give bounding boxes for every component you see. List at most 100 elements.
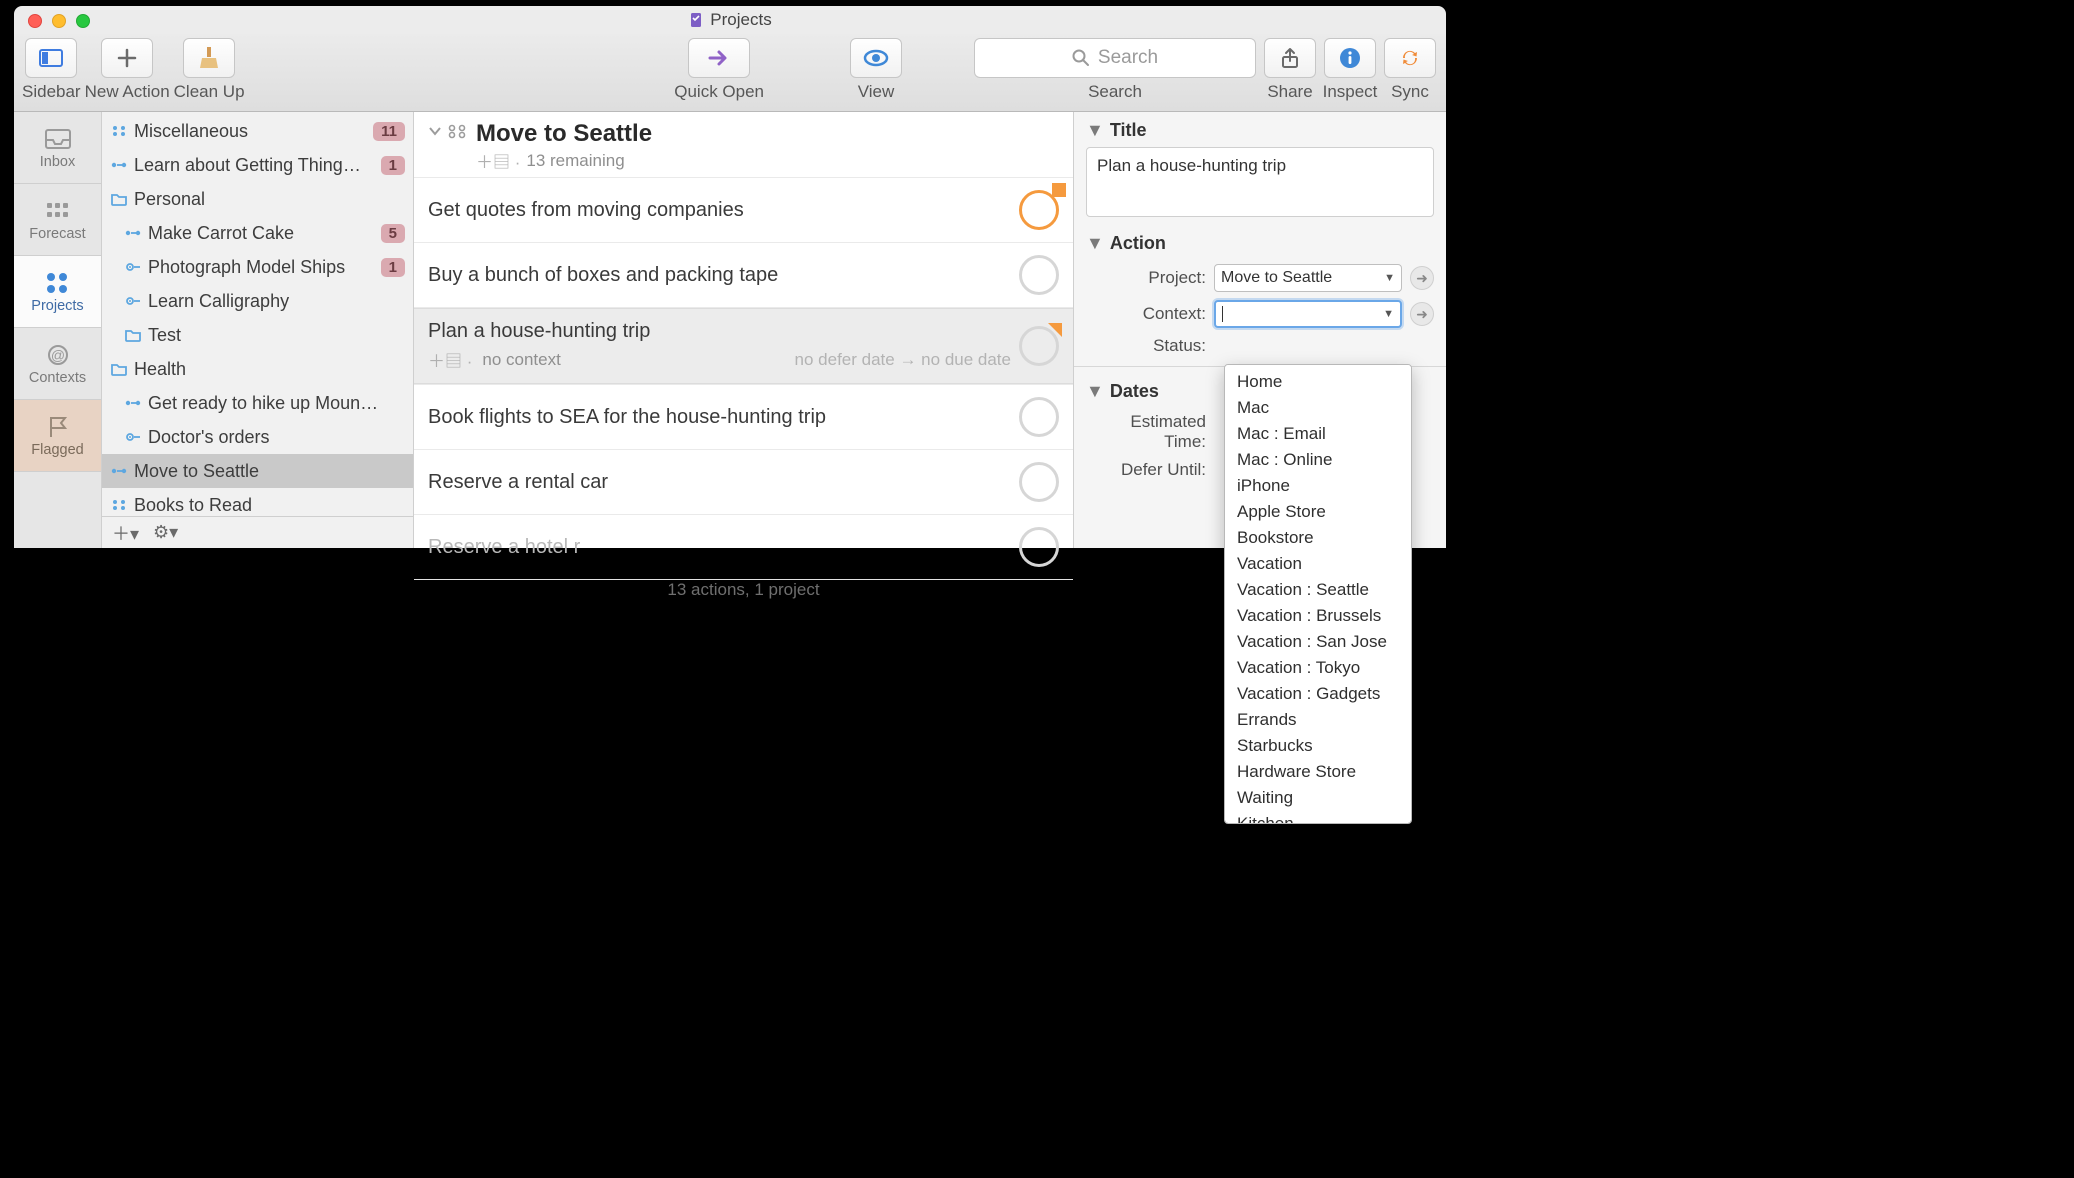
view-button[interactable] (850, 38, 902, 78)
context-option[interactable]: Hardware Store (1225, 759, 1411, 785)
rail-contexts-label: Contexts (29, 370, 86, 386)
rail-inbox[interactable]: Inbox (14, 112, 101, 184)
info-icon (1339, 47, 1361, 69)
project-item[interactable]: Books to Read (102, 488, 413, 516)
context-option[interactable]: Bookstore (1225, 525, 1411, 551)
project-label: Books to Read (134, 495, 252, 516)
perspective-rail: Inbox Forecast Projects @ Contexts Flagg… (14, 112, 102, 548)
task-row[interactable]: Buy a bunch of boxes and packing tape (414, 242, 1073, 307)
sidebar-icon (38, 48, 64, 68)
rail-projects[interactable]: Projects (14, 256, 101, 328)
inspector-title-field[interactable]: Plan a house-hunting trip (1086, 147, 1434, 217)
sync-button[interactable] (1384, 38, 1436, 78)
inspector-project-combo[interactable]: Move to Seattle ▼ (1214, 264, 1402, 292)
single-icon (124, 295, 142, 307)
add-project-button[interactable]: ＋▾ (112, 520, 139, 546)
project-folder[interactable]: Personal (102, 182, 413, 216)
context-option[interactable]: Vacation : Brussels (1225, 603, 1411, 629)
new-action-button[interactable] (101, 38, 153, 78)
context-option[interactable]: Errands (1225, 707, 1411, 733)
task-title: Plan a house-hunting trip (428, 320, 1011, 343)
project-item[interactable]: Doctor's orders (102, 420, 413, 454)
task-row[interactable]: Get quotes from moving companies (414, 177, 1073, 242)
inspector-section-action[interactable]: ▼ Action (1074, 225, 1446, 260)
project-item[interactable]: Miscellaneous11 (102, 114, 413, 148)
project-gear-button[interactable]: ⚙︎▾ (153, 522, 178, 543)
context-option[interactable]: Mac : Email (1225, 421, 1411, 447)
status-text: 13 actions, 1 project (667, 580, 819, 600)
outline-subtitle: ＋▤ · 13 remaining (476, 148, 652, 173)
context-option[interactable]: iPhone (1225, 473, 1411, 499)
close-window-button[interactable] (28, 14, 42, 28)
task-checkbox[interactable] (1019, 255, 1059, 295)
task-checkbox[interactable] (1019, 326, 1059, 366)
context-option[interactable]: Vacation : Seattle (1225, 577, 1411, 603)
project-label: Miscellaneous (134, 121, 248, 142)
task-title: Reserve a hotel r (428, 536, 1011, 559)
sidebar-toggle-button[interactable] (25, 38, 77, 78)
context-option[interactable]: Apple Store (1225, 499, 1411, 525)
context-option[interactable]: Starbucks (1225, 733, 1411, 759)
sequential-icon (124, 227, 142, 239)
project-label: Learn about Getting Thing… (134, 155, 361, 176)
outline-title[interactable]: Move to Seattle (476, 120, 652, 148)
task-row[interactable]: Plan a house-hunting trip ＋▤ ·no contextn… (414, 307, 1073, 384)
project-label: Test (148, 325, 181, 346)
window-title-text: Projects (710, 10, 771, 30)
inspector-context-label: Context: (1086, 304, 1206, 324)
context-dropdown[interactable]: HomeMacMac : EmailMac : OnlineiPhoneAppl… (1224, 364, 1412, 824)
inspector-section-title[interactable]: ▼ Title (1074, 112, 1446, 147)
project-folder[interactable]: Health (102, 352, 413, 386)
project-folder[interactable]: Test (102, 318, 413, 352)
task-row[interactable]: Reserve a rental car (414, 449, 1073, 514)
inspector-estimated-label: Estimated Time: (1086, 412, 1206, 452)
project-label: Move to Seattle (134, 461, 259, 482)
quick-open-button[interactable] (688, 38, 750, 78)
project-label: Learn Calligraphy (148, 291, 289, 312)
context-option[interactable]: Vacation : Gadgets (1225, 681, 1411, 707)
context-option[interactable]: Kitchen (1225, 811, 1411, 824)
task-row[interactable]: Book flights to SEA for the house-huntin… (414, 384, 1073, 449)
project-item[interactable]: Learn about Getting Thing…1 (102, 148, 413, 182)
sync-icon (1399, 47, 1421, 69)
disclosure-icon[interactable] (428, 124, 442, 138)
inspect-button[interactable] (1324, 38, 1376, 78)
task-checkbox[interactable] (1019, 190, 1059, 230)
share-button[interactable] (1264, 38, 1316, 78)
rail-flagged[interactable]: Flagged (14, 400, 101, 472)
context-option[interactable]: Mac (1225, 395, 1411, 421)
clean-up-button[interactable] (183, 38, 235, 78)
context-option[interactable]: Mac : Online (1225, 447, 1411, 473)
zoom-window-button[interactable] (76, 14, 90, 28)
rail-forecast[interactable]: Forecast (14, 184, 101, 256)
context-option[interactable]: Waiting (1225, 785, 1411, 811)
rail-contexts[interactable]: @ Contexts (14, 328, 101, 400)
project-item[interactable]: Get ready to hike up Moun… (102, 386, 413, 420)
project-badge: 1 (381, 258, 405, 277)
task-row[interactable]: Reserve a hotel r (414, 514, 1073, 579)
project-item[interactable]: Photograph Model Ships1 (102, 250, 413, 284)
goto-project-button[interactable]: ➜ (1410, 266, 1434, 290)
sidebar-toggle-label: Sidebar (22, 82, 81, 102)
clean-up-label: Clean Up (174, 82, 245, 102)
task-checkbox[interactable] (1019, 527, 1059, 567)
context-option[interactable]: Vacation : San Jose (1225, 629, 1411, 655)
task-subtitle: ＋▤ ·no contextno defer date → no due dat… (428, 347, 1011, 372)
goto-context-button[interactable]: ➜ (1410, 302, 1434, 326)
inspector-context-combo[interactable]: ▼ (1214, 300, 1402, 328)
context-option[interactable]: Vacation (1225, 551, 1411, 577)
context-option[interactable]: Vacation : Tokyo (1225, 655, 1411, 681)
flag-indicator (1048, 323, 1062, 337)
projects-doc-icon (688, 12, 704, 28)
project-item[interactable]: Move to Seattle (102, 454, 413, 488)
project-item[interactable]: Learn Calligraphy (102, 284, 413, 318)
context-option[interactable]: Home (1225, 369, 1411, 395)
inbox-icon (43, 126, 73, 152)
flag-indicator (1052, 183, 1066, 197)
search-field[interactable]: Search (974, 38, 1256, 78)
minimize-window-button[interactable] (52, 14, 66, 28)
task-checkbox[interactable] (1019, 462, 1059, 502)
task-checkbox[interactable] (1019, 397, 1059, 437)
project-item[interactable]: Make Carrot Cake5 (102, 216, 413, 250)
parallel-icon (110, 498, 128, 512)
